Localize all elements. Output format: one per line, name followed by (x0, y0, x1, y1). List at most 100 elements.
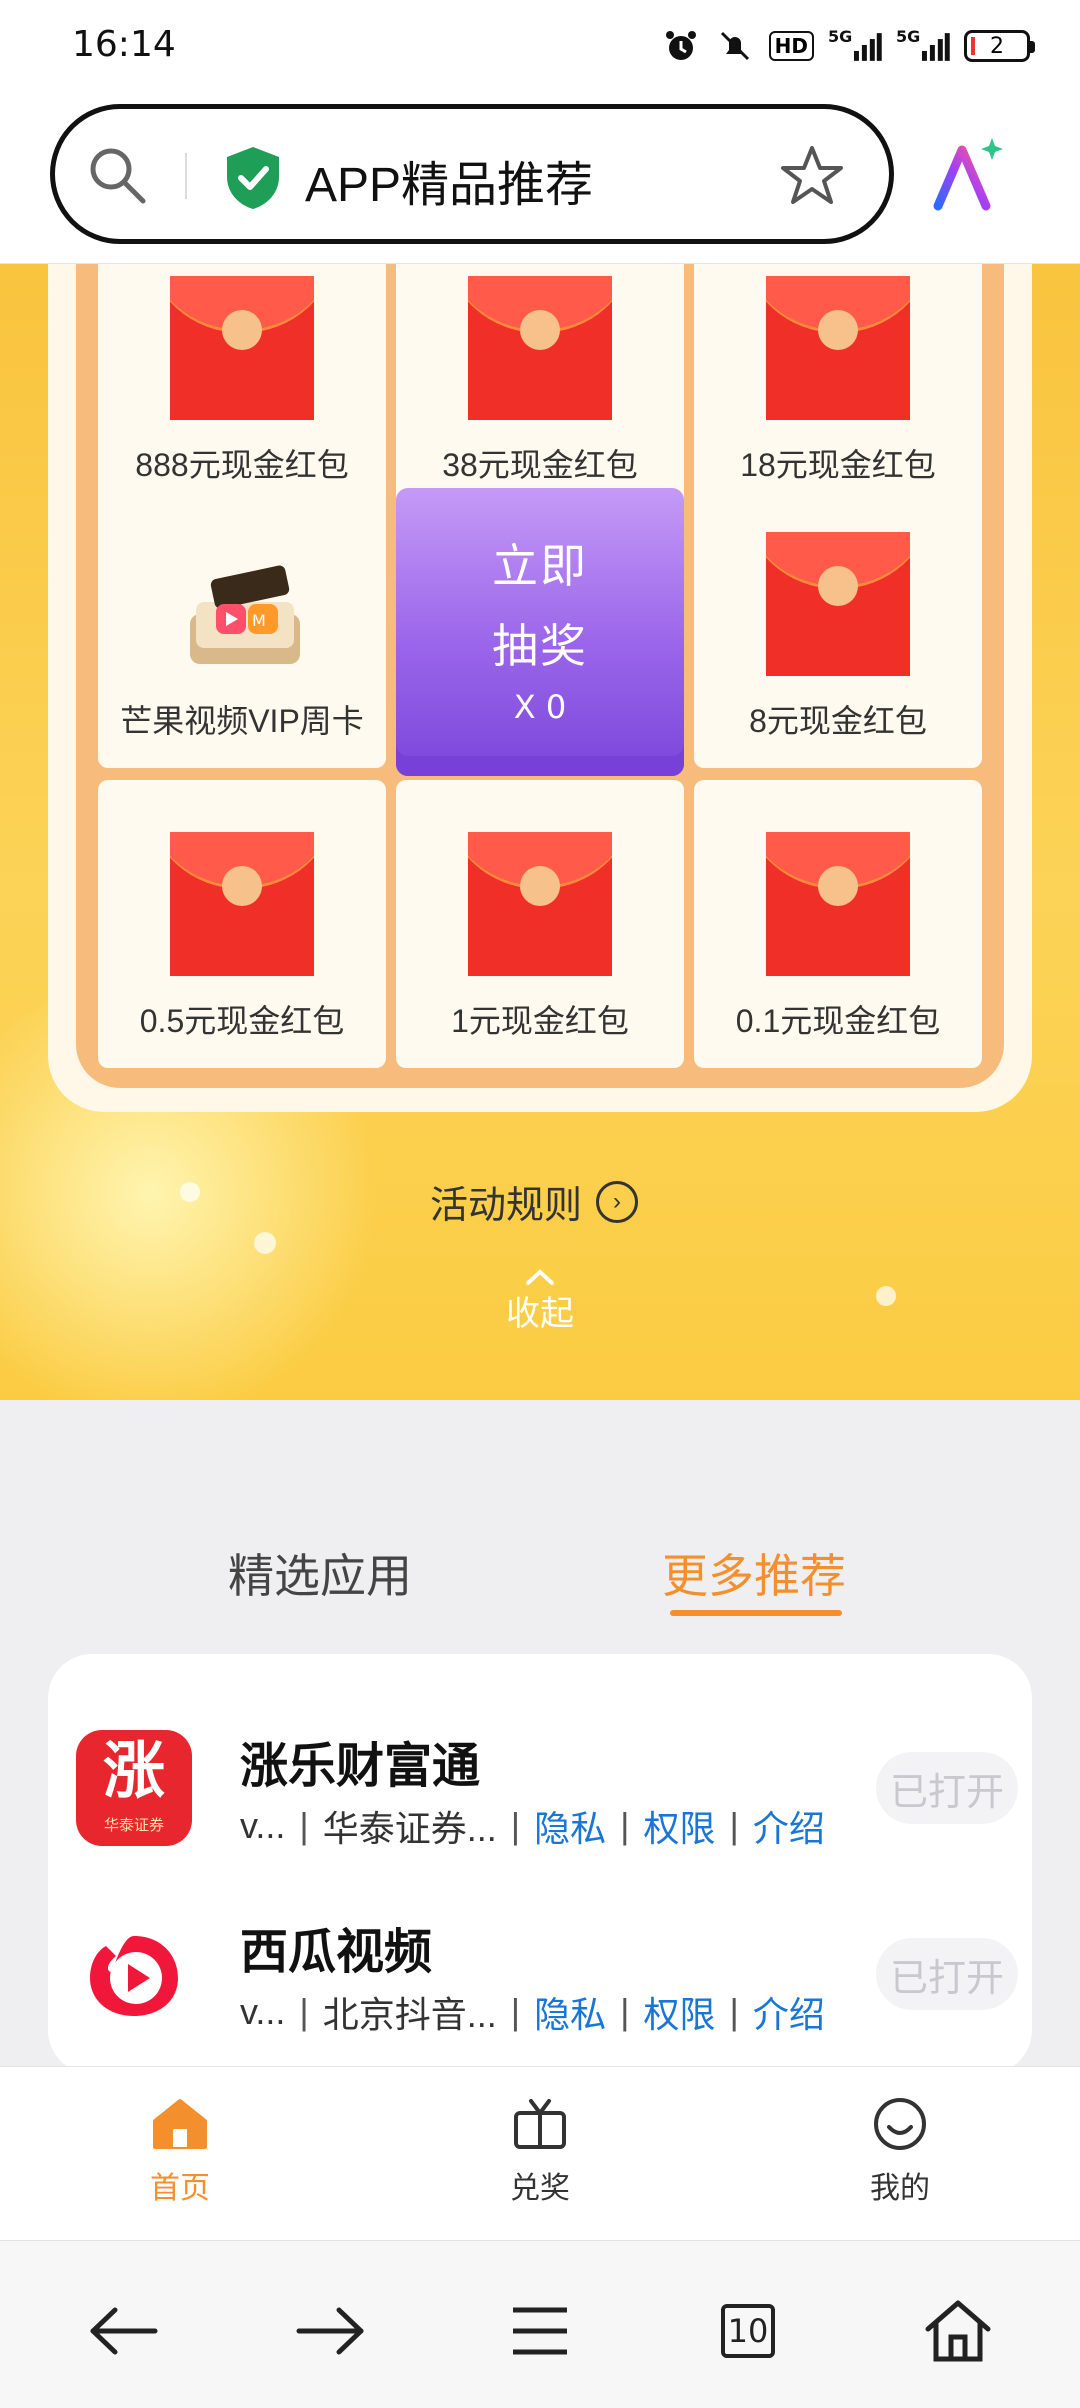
collapse-label: 收起 (506, 1295, 574, 1333)
browser-toolbar: 10 (0, 2240, 1080, 2408)
prize-label: 0.5元现金红包 (139, 1003, 345, 1039)
rules-label: 活动规则 (430, 1185, 583, 1227)
arrow-right-icon (296, 2307, 364, 2355)
tab-count: 10 (721, 2304, 775, 2358)
decor-dot (180, 1182, 200, 1202)
app-meta: v... | 华泰证券... | 隐私 | 权限 | 介绍 (240, 1800, 825, 1852)
back-button[interactable] (86, 2293, 162, 2369)
app-icon-text: 涨 (102, 1737, 165, 1806)
draw-count: X 0 (513, 688, 567, 726)
draw-button[interactable]: 立即 抽奖 X 0 (396, 488, 684, 776)
smile-icon (874, 2098, 926, 2150)
xigua-video-app-icon (76, 1916, 192, 2032)
draw-button-line1: 立即 (492, 540, 588, 592)
prize-label: 0.1元现金红包 (735, 1003, 941, 1039)
app-icon-subtext: 华泰证券 (103, 1816, 164, 1834)
zhangle-app-icon: 涨 华泰证券 (76, 1730, 192, 1846)
red-envelope-icon (170, 832, 314, 976)
app-developer: 北京抖音... (322, 1994, 497, 2035)
ai-assistant-icon[interactable] (930, 136, 1006, 216)
arrow-left-icon (90, 2307, 158, 2355)
privacy-link[interactable]: 隐私 (534, 1986, 606, 2038)
red-envelope-icon (766, 532, 910, 676)
nav-label: 我的 (870, 2172, 930, 2205)
lottery-section: 888元现金红包 38元现金红包 18元现金红包 M 芒果视频VIP周卡 立即 … (0, 264, 1080, 1400)
red-envelope-icon (766, 832, 910, 976)
privacy-link[interactable]: 隐私 (534, 1800, 606, 1852)
shield-check-icon (227, 147, 279, 209)
app-name: 涨乐财富通 (240, 1740, 481, 1793)
bottom-nav: 首页 兑奖 我的 (0, 2066, 1080, 2240)
signal-5g-icon-2: 5G (896, 26, 950, 66)
menu-icon (513, 2307, 567, 2355)
prize-cell: 8元现金红包 (694, 480, 982, 768)
home-icon (153, 2099, 207, 2149)
draw-button-line2: 抽奖 (492, 620, 588, 672)
tab-more-recommendations[interactable]: 更多推荐 (662, 1540, 846, 1606)
prize-cell: 0.1元现金红包 (694, 780, 982, 1068)
tv-gift-icon (514, 2099, 566, 2149)
chevron-right-icon: › (596, 1180, 639, 1223)
star-icon[interactable] (779, 143, 845, 209)
prize-cell: M 芒果视频VIP周卡 (98, 480, 386, 768)
red-envelope-icon (170, 276, 314, 420)
prize-cell: 38元现金红包 (396, 264, 684, 512)
chevron-up-icon (526, 1269, 554, 1285)
prize-cell: 18元现金红包 (694, 264, 982, 512)
status-bar: 16:14 HD 5G 5G 2 (0, 0, 1080, 100)
alarm-icon (661, 26, 701, 66)
mute-bell-icon (715, 26, 755, 66)
collapse-button[interactable]: 收起 (0, 1268, 1080, 1335)
battery-level: 2 (990, 33, 1004, 59)
prize-cell: 1元现金红包 (396, 780, 684, 1068)
app-list: 涨 华泰证券 涨乐财富通 v... | 华泰证券... | 隐私 | 权限 | … (48, 1654, 1032, 2074)
intro-link[interactable]: 介绍 (753, 1986, 825, 2038)
permissions-link[interactable]: 权限 (643, 1800, 715, 1852)
hd-icon: HD (768, 31, 814, 61)
page-title[interactable]: APP精品推荐 (305, 145, 593, 215)
browser-address-area: APP精品推荐 (0, 100, 1080, 264)
nav-label: 首页 (150, 2172, 210, 2205)
signal-5g-icon-1: 5G (828, 26, 882, 66)
status-time: 16:14 (72, 24, 176, 65)
home-button[interactable] (920, 2293, 996, 2369)
intro-link[interactable]: 介绍 (753, 1800, 825, 1852)
decor-dot (254, 1232, 276, 1254)
svg-text:M: M (252, 611, 266, 630)
tab-featured-apps[interactable]: 精选应用 (228, 1540, 412, 1606)
active-tab-indicator (670, 1610, 842, 1616)
tabs-button[interactable]: 10 (710, 2293, 786, 2369)
prize-label: 1元现金红包 (451, 1003, 629, 1039)
opened-button[interactable]: 已打开 (876, 1752, 1018, 1824)
list-item[interactable]: 涨 华泰证券 涨乐财富通 v... | 华泰证券... | 隐私 | 权限 | … (48, 1730, 1032, 1916)
forward-button[interactable] (292, 2293, 368, 2369)
nav-item-redeem[interactable]: 兑奖 (440, 2095, 640, 2207)
app-version: v... (240, 1805, 286, 1846)
nav-item-mine[interactable]: 我的 (800, 2095, 1000, 2207)
battery-icon: 2 (964, 30, 1035, 62)
prize-cell: 0.5元现金红包 (98, 780, 386, 1068)
status-icons: HD 5G 5G 2 (661, 26, 1035, 66)
nav-item-home[interactable]: 首页 (80, 2095, 280, 2207)
list-item[interactable]: 西瓜视频 v... | 北京抖音... | 隐私 | 权限 | 介绍 已打开 (48, 1916, 1032, 2074)
app-meta: v... | 北京抖音... | 隐私 | 权限 | 介绍 (240, 1986, 825, 2038)
app-version: v... (240, 1991, 286, 2032)
opened-button[interactable]: 已打开 (876, 1938, 1018, 2010)
nav-label: 兑奖 (510, 2172, 570, 2205)
prize-label: 38元现金红包 (442, 447, 638, 483)
app-developer: 华泰证券... (322, 1808, 497, 1849)
red-envelope-icon (766, 276, 910, 420)
address-bar[interactable]: APP精品推荐 (50, 104, 894, 244)
prize-label: 芒果视频VIP周卡 (120, 703, 364, 739)
prize-label: 8元现金红包 (749, 703, 927, 739)
red-envelope-icon (468, 832, 612, 976)
red-envelope-icon (468, 276, 612, 420)
prize-cell: 888元现金红包 (98, 264, 386, 512)
mango-video-vip-icon: M (190, 565, 300, 664)
house-icon (925, 2300, 991, 2362)
rules-link[interactable]: 活动规则 › (430, 1174, 639, 1229)
divider (185, 153, 187, 199)
permissions-link[interactable]: 权限 (643, 1986, 715, 2038)
search-icon[interactable] (85, 143, 149, 207)
menu-button[interactable] (502, 2293, 578, 2369)
